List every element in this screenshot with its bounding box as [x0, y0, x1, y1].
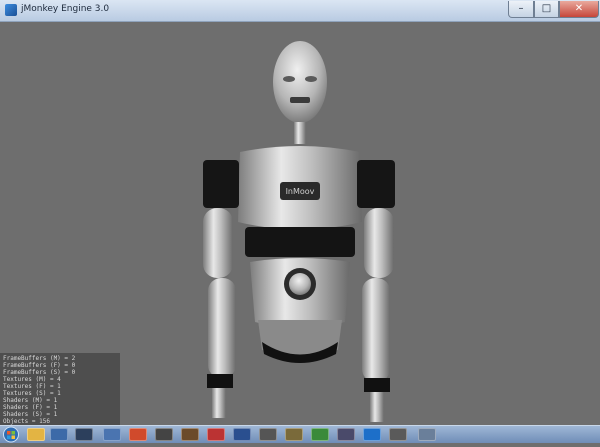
window-title: jMonkey Engine 3.0 — [21, 4, 110, 14]
app-icon[interactable] — [389, 428, 407, 441]
stat-line: FrameBuffers (F) = 0 — [3, 362, 76, 369]
outlook-icon[interactable] — [363, 428, 381, 441]
stat-line: Shaders (F) = 1 — [3, 404, 58, 411]
stat-line: Textures (S) = 1 — [3, 390, 61, 397]
explorer-icon[interactable] — [27, 428, 45, 441]
title-bar[interactable]: jMonkey Engine 3.0 – □ ✕ — [0, 0, 600, 22]
stat-line: Objects = 156 — [3, 418, 50, 425]
robot-left-arm — [203, 160, 239, 418]
render-viewport[interactable]: InMoov FrameBuffers (M) = 2 FrameBuffers… — [0, 22, 600, 425]
firefox-icon[interactable] — [311, 428, 329, 441]
network-icon[interactable] — [155, 428, 173, 441]
stat-line: Textures (M) = 4 — [3, 376, 61, 383]
paint-icon[interactable] — [181, 428, 199, 441]
terminal-icon[interactable] — [259, 428, 277, 441]
stat-line: Shaders (S) = 1 — [3, 411, 58, 418]
netbeans-icon[interactable] — [233, 428, 251, 441]
close-button[interactable]: ✕ — [559, 1, 599, 18]
robot-torso: InMoov — [238, 146, 362, 363]
media-icon[interactable] — [50, 428, 68, 441]
chrome-icon[interactable] — [129, 428, 147, 441]
app-icon — [5, 4, 17, 16]
application-window: jMonkey Engine 3.0 – □ ✕ InMoov FrameBuf… — [0, 0, 600, 425]
monitor-icon[interactable] — [75, 428, 93, 441]
folder-icon[interactable] — [103, 428, 121, 441]
desktop-icon[interactable] — [418, 428, 436, 441]
robot-right-arm — [357, 160, 395, 422]
start-orb-icon[interactable] — [2, 426, 20, 443]
java-icon[interactable] — [207, 428, 225, 441]
minimize-button[interactable]: – — [508, 1, 534, 18]
settings-icon[interactable] — [285, 428, 303, 441]
robot-head — [273, 41, 327, 144]
stat-line: Textures (F) = 1 — [3, 383, 61, 390]
stat-line: Shaders (M) = 1 — [3, 397, 58, 404]
system-tray[interactable] — [556, 429, 596, 441]
maximize-button[interactable]: □ — [534, 1, 559, 18]
taskbar — [0, 425, 600, 443]
tool-icon[interactable] — [337, 428, 355, 441]
stat-line: FrameBuffers (M) = 2 — [3, 355, 76, 362]
stat-line: FrameBuffers (S) = 0 — [3, 369, 76, 376]
chest-logo: InMoov — [286, 187, 315, 196]
stats-overlay: FrameBuffers (M) = 2 FrameBuffers (F) = … — [0, 353, 120, 425]
